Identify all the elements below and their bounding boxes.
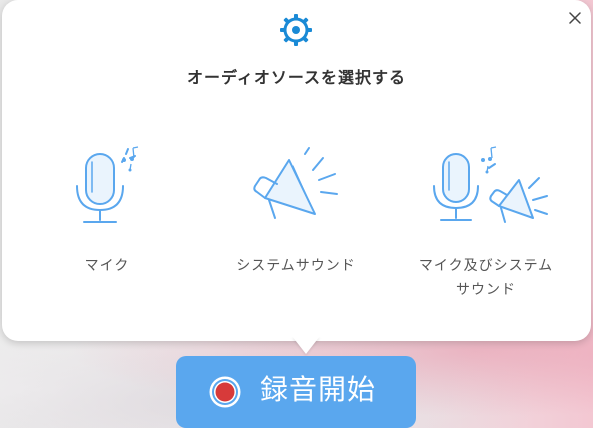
close-icon <box>569 12 581 24</box>
microphone-icon <box>76 146 139 223</box>
close-button[interactable] <box>566 9 584 27</box>
dialog-pointer <box>292 336 320 354</box>
option-label: マイク <box>84 258 130 274</box>
option-microphone[interactable]: マイク <box>22 140 192 315</box>
option-label: マイク及びシステム サウンド <box>401 254 571 302</box>
option-label-line2: サウンド <box>456 282 516 298</box>
start-recording-button[interactable]: 録音開始 <box>176 356 416 428</box>
option-microphone-and-system-sound[interactable]: マイク及びシステム サウンド <box>401 140 571 315</box>
option-label-line1: マイク及びシステム <box>418 258 554 274</box>
microphone-speaker-icon <box>433 146 548 223</box>
dialog-title: オーディオソースを選択する <box>186 68 407 87</box>
option-system-sound[interactable]: システムサウンド <box>211 140 381 315</box>
speaker-icon <box>253 147 338 219</box>
record-icon <box>209 376 241 408</box>
start-recording-label: 録音開始 <box>260 373 377 406</box>
gear-icon <box>280 14 312 46</box>
option-label: システムサウンド <box>236 258 356 274</box>
